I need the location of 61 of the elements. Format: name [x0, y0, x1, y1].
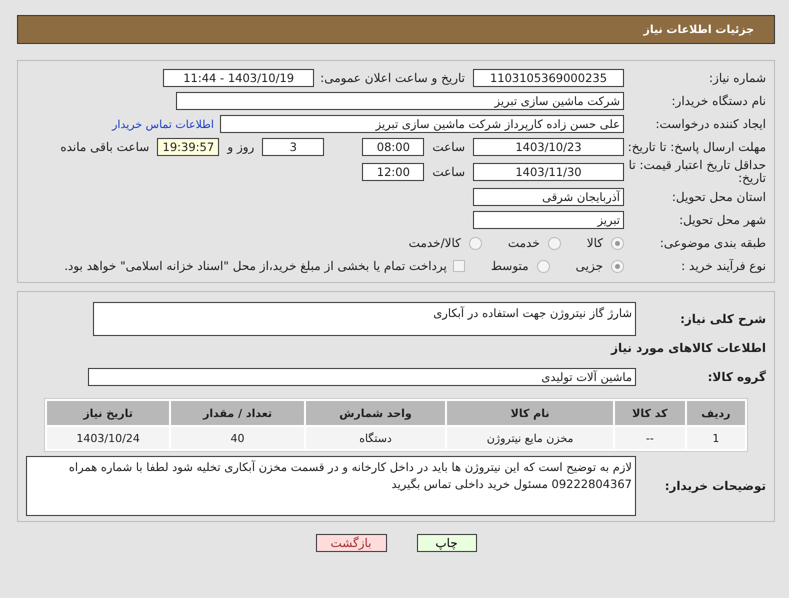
time-label: ساعت	[432, 140, 465, 154]
field-label: ایجاد کننده درخواست:	[654, 118, 766, 130]
field-label: استان محل تحویل:	[670, 190, 766, 204]
days-label: روز و	[227, 140, 254, 154]
remaining-label: ساعت باقی مانده	[60, 140, 150, 154]
field-label: نوع فرآیند خرید :	[680, 260, 766, 272]
action-button[interactable]: بازگشت	[316, 534, 386, 552]
buyer-notes-field[interactable]: لازم به توضیح است که این نیتروژن ها باید در داخل کارخانه و در قسمت مخزن آبکاری تخلیه شود لطفا با شماره همراه 09222804367 مسئول خرید داخلی تماس بگیرید	[26, 456, 636, 516]
city-field[interactable]: تبریز	[473, 211, 624, 229]
field-label: حداقل تاریخ اعتبار قیمت: تا تاریخ:	[628, 159, 766, 185]
field-label: توضیحات خریدار:	[664, 479, 766, 493]
table-cell: 40	[171, 427, 304, 449]
action-button[interactable]: چاپ	[416, 534, 476, 552]
radio-button[interactable]	[611, 260, 624, 272]
deadline-time-field[interactable]: 08:00	[362, 138, 424, 156]
goods-group-field[interactable]: ماشین آلات تولیدی	[88, 368, 636, 386]
need-number-field[interactable]: 1103105369000235	[473, 69, 624, 87]
field-label: گروه کالا:	[706, 370, 766, 384]
table-cell: --	[614, 427, 685, 449]
checkbox-label: پرداخت تمام یا بخشی از مبلغ خرید،از محل "اسناد خزانه اسلامی" خواهد بود.	[64, 259, 447, 273]
buyer-org-field[interactable]: شرکت ماشین سازی تبریز	[176, 92, 624, 110]
column-header: نام کالا	[447, 401, 613, 425]
column-header: ردیف	[686, 401, 745, 425]
column-header: تعداد / مقدار	[171, 401, 304, 425]
radio-label: خدمت	[508, 236, 540, 250]
page-title: جزئیات اطلاعات نیاز	[644, 23, 754, 36]
table-cell: مخزن مایع نیتروژن	[447, 427, 613, 449]
radio-label: کالا/خدمت	[408, 236, 461, 250]
radio-label: کالا	[586, 236, 603, 250]
requester-field[interactable]: علی حسن زاده کارپرداز شرکت ماشین سازی تبریز	[220, 115, 624, 133]
description-field[interactable]: شارژ گاز نیتروژن جهت استفاده در آبکاری	[93, 302, 636, 336]
radio-label: جزیی	[576, 259, 603, 273]
radio-button[interactable]	[611, 236, 624, 250]
section-title: اطلاعات کالاهای مورد نیاز	[611, 341, 766, 355]
checkbox[interactable]	[452, 260, 465, 272]
buyer-contact-link[interactable]: اطلاعات تماس خریدار	[112, 118, 214, 130]
field-label: شهر محل تحویل:	[678, 214, 766, 226]
field-label: شرح کلی نیاز:	[679, 312, 766, 326]
time-label: ساعت	[432, 165, 465, 179]
validity-time-field[interactable]: 12:00	[362, 163, 424, 181]
radio-label: متوسط	[490, 259, 529, 273]
province-field[interactable]: آذربایجان شرقی	[473, 188, 624, 206]
field-label: شماره نیاز:	[708, 72, 766, 84]
days-field[interactable]: 3	[262, 138, 324, 156]
column-header: کد کالا	[614, 401, 685, 425]
column-header: واحد شمارش	[306, 401, 446, 425]
announce-date-field[interactable]: 1403/10/19 - 11:44	[163, 69, 314, 87]
table-cell: دستگاه	[306, 427, 446, 449]
deadline-date-field[interactable]: 1403/10/23	[473, 138, 624, 156]
column-header: تاریخ نیاز	[47, 401, 170, 425]
radio-button[interactable]	[468, 236, 482, 250]
field-label: مهلت ارسال پاسخ: تا تاریخ:	[626, 140, 766, 154]
validity-date-field[interactable]: 1403/11/30	[473, 163, 624, 181]
field-label: تاریخ و ساعت اعلان عمومی:	[320, 71, 465, 85]
table-cell: 1	[686, 427, 745, 449]
field-label: طبقه بندی موضوعی:	[658, 236, 766, 250]
radio-button[interactable]	[548, 236, 561, 250]
field-label: نام دستگاه خریدار:	[670, 94, 766, 108]
table-cell: 1403/10/24	[47, 427, 170, 449]
radio-button[interactable]	[536, 260, 550, 272]
remaining-time-field: 19:39:57	[157, 138, 220, 156]
